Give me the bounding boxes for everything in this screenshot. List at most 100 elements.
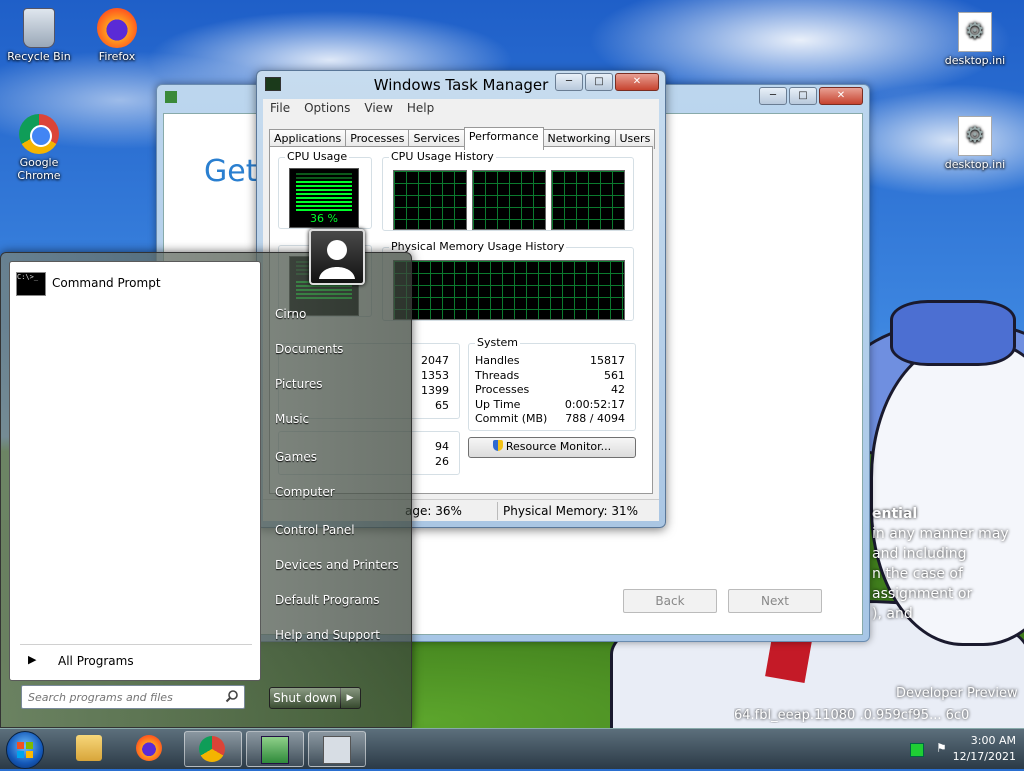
taskbar-firefox[interactable] [122,731,178,765]
cpu-meter: 36 % [289,168,359,228]
start-menu[interactable]: C:\>_ Command Prompt ▶ All Programs Cirn… [0,229,412,728]
windows-logo-icon [17,742,33,758]
memory-history-title: Physical Memory Usage History [389,240,567,253]
close-button[interactable]: ✕ [615,73,659,91]
caption-buttons: ─ □ ✕ [555,73,659,91]
next-button[interactable]: Next [728,589,822,613]
firefox-icon [97,8,137,48]
cpu-usage-value: 36 % [310,212,338,225]
build-watermark-line2: 64.fbl_eeap.11080 .0.959cf95... 6c0 [734,708,970,723]
uac-shield-icon [492,440,503,451]
arrow-right-icon: ▶ [28,653,37,666]
program-command-prompt[interactable]: C:\>_ Command Prompt [14,268,254,298]
start-link-user[interactable]: Cirno [275,307,306,321]
build-watermark-line1: Developer Preview [896,686,1018,701]
clock[interactable]: 3:00 AM 12/17/2021 [953,733,1016,765]
action-center-flag-icon[interactable]: ⚑ [936,741,950,755]
chrome-icon [19,114,59,154]
desktop-icon-desktop-ini-2[interactable]: desktop.ini [940,116,1010,171]
user-icon [319,240,355,279]
start-link-devices-printers[interactable]: Devices and Printers [275,558,399,572]
physical-memory-free: 65 [435,399,449,412]
tab-performance[interactable]: Performance [463,127,544,150]
desktop-icon-recycle-bin[interactable]: Recycle Bin [4,8,74,63]
cpu-history-graph-core-2 [472,170,546,230]
start-link-music[interactable]: Music [275,412,309,426]
start-link-computer[interactable]: Computer [275,485,335,499]
maximize-button[interactable]: □ [585,73,613,91]
cpu-history-title: CPU Usage History [389,150,496,163]
programs-pane: C:\>_ Command Prompt ▶ All Programs [9,261,261,681]
arrow-right-icon: ▶ [346,693,354,703]
start-button[interactable] [6,731,44,769]
minimize-button[interactable]: ─ [759,87,787,105]
menu-file[interactable]: File [263,99,297,119]
taskbar-task-manager[interactable] [308,731,366,767]
command-prompt-icon: C:\>_ [16,272,46,296]
status-cpu: age: 36% [405,504,462,518]
desktop-icon-desktop-ini[interactable]: desktop.ini [940,12,1010,67]
cpu-usage-group: CPU Usage 36 % [278,150,372,229]
physical-memory-available: 1399 [421,384,449,397]
minimize-button[interactable]: ─ [555,73,583,91]
settings-file-icon [958,12,992,52]
search-icon[interactable] [225,689,239,703]
start-link-control-panel[interactable]: Control Panel [275,523,355,537]
cpu-history-graph-core-3 [551,170,625,230]
desktop-icon-label: desktop.ini [944,158,1006,171]
start-link-pictures[interactable]: Pictures [275,377,323,391]
taskbar: ⚑ 3:00 AM 12/17/2021 [0,728,1024,769]
program-label: Command Prompt [52,276,161,290]
all-programs-button[interactable]: ▶ All Programs [18,650,254,672]
clock-date: 12/17/2021 [952,750,1016,763]
menu-view[interactable]: View [357,99,399,119]
start-link-games[interactable]: Games [275,450,317,464]
physical-memory-total: 2047 [421,354,449,367]
taskbar-setup[interactable] [246,731,304,767]
back-button[interactable]: Back [623,589,717,613]
start-link-help-support[interactable]: Help and Support [275,628,380,642]
system-group: System Handles 15817 Threads 561 Processes… [468,336,636,431]
shutdown-options-button[interactable]: ▶ [340,687,361,709]
status-memory: Physical Memory: 31% [503,504,639,518]
memory-history-graph [393,260,625,320]
desktop-icon-label: Firefox [98,50,136,63]
desktop: Recycle Bin Firefox Google Chrome deskto… [0,0,1024,728]
divider [20,644,252,645]
recycle-bin-icon [23,8,55,48]
start-link-default-programs[interactable]: Default Programs [275,593,380,607]
desktop-icon-label: Google Chrome [17,156,61,182]
desktop-icon-chrome[interactable]: Google Chrome [4,114,74,182]
menu-bar: File Options View Help [263,99,659,120]
physical-memory-cached: 1353 [421,369,449,382]
menu-options[interactable]: Options [297,99,357,119]
resource-monitor-button[interactable]: Resource Monitor... [468,437,636,458]
task-manager-icon [323,736,351,764]
cpu-history-group: CPU Usage History [382,150,634,231]
taskbar-explorer[interactable] [62,731,118,765]
memory-history-group: Physical Memory Usage History [382,240,634,321]
start-link-documents[interactable]: Documents [275,342,343,356]
chrome-icon [199,736,225,762]
maximize-button[interactable]: □ [789,87,817,105]
kernel-memory-paged: 94 [435,440,449,453]
firefox-icon [136,735,162,761]
settings-file-icon [958,116,992,156]
search-box[interactable] [21,685,245,709]
network-icon[interactable] [910,743,924,757]
taskbar-chrome[interactable] [184,731,242,767]
search-input[interactable] [26,688,220,706]
kernel-memory-nonpaged: 26 [435,455,449,468]
cpu-history-graph-core-1 [393,170,467,230]
cpu-usage-title: CPU Usage [285,150,350,163]
all-programs-label: All Programs [58,654,134,668]
setup-app-icon [165,91,177,103]
menu-help[interactable]: Help [400,99,441,119]
system-title: System [475,336,521,349]
desktop-icon-label: desktop.ini [944,54,1006,67]
avatar[interactable] [309,229,365,285]
shutdown-button[interactable]: Shut down [269,687,341,709]
folder-icon [76,735,102,761]
close-button[interactable]: ✕ [819,87,863,105]
desktop-icon-firefox[interactable]: Firefox [82,8,152,63]
